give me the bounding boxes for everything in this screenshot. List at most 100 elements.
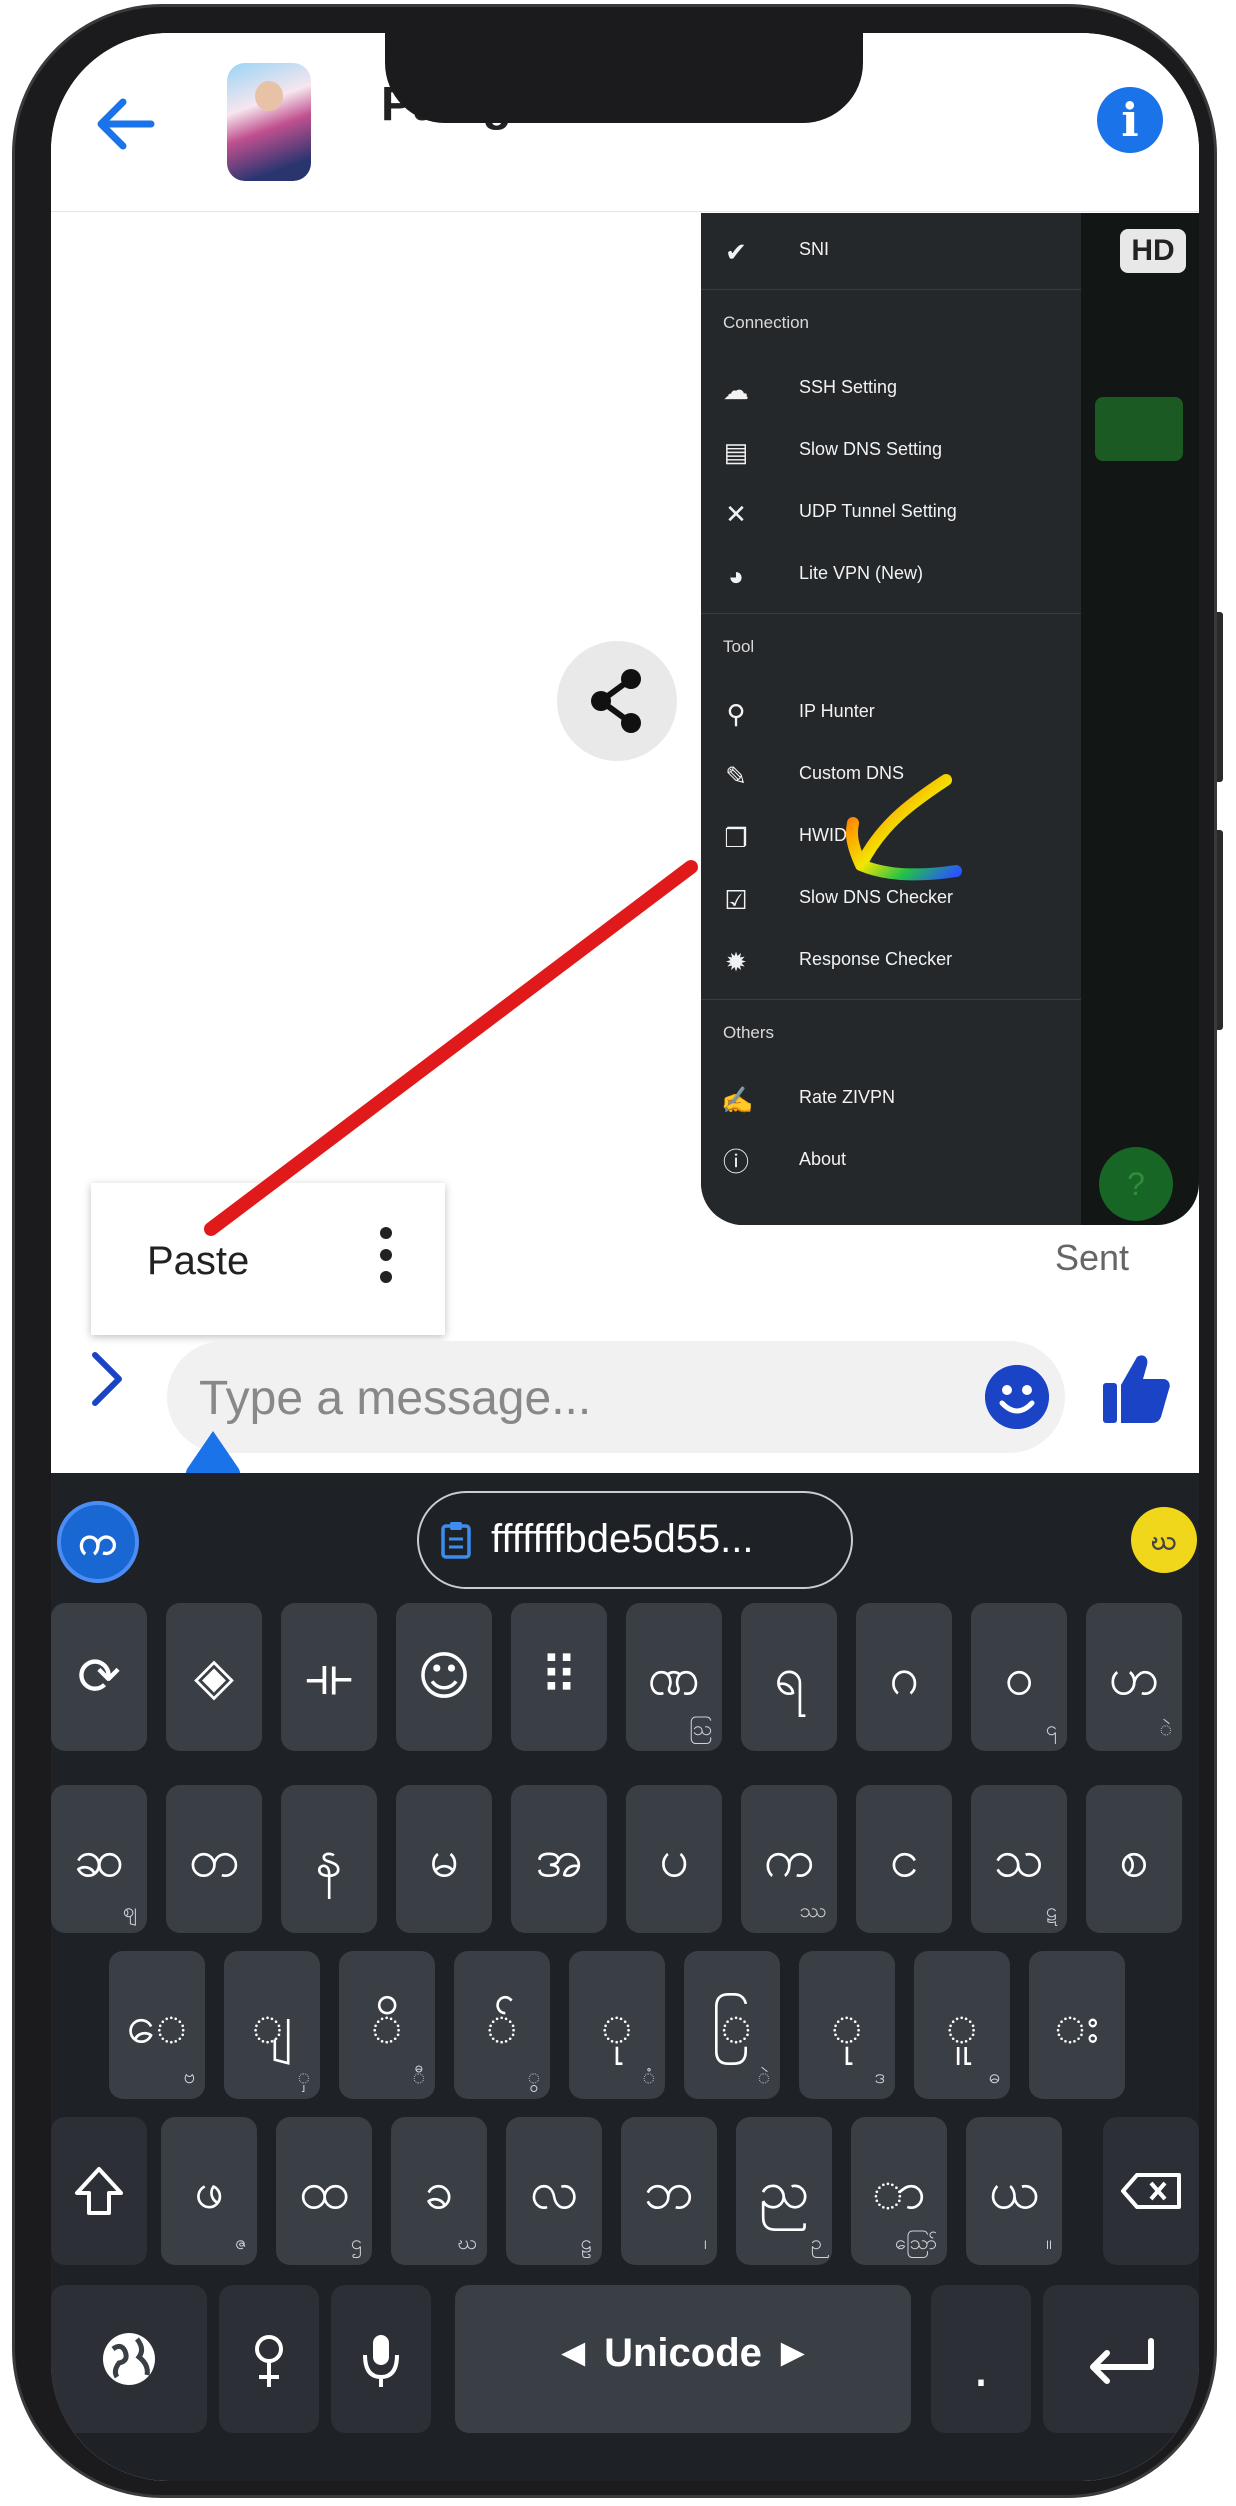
key-row3-6[interactable]: ုဒ: [799, 1951, 895, 2099]
menu-item-udp-tunnel-setting[interactable]: ✕ UDP Tunnel Setting: [701, 483, 1081, 543]
key-label: ဆ: [73, 1829, 125, 1889]
menu-item-response-checker[interactable]: ✹ Response Checker: [701, 931, 1081, 991]
backspace-icon: [1121, 2173, 1181, 2209]
key-label: ျ: [251, 1995, 293, 2055]
key-row2-6[interactable]: ကဿ: [741, 1785, 837, 1933]
globe-icon: [103, 2333, 155, 2385]
key-row3-1[interactable]: ျှ: [224, 1951, 320, 2099]
menu-item-rate-zivpn[interactable]: ✍ Rate ZIVPN: [701, 1069, 1081, 1129]
menu-item-label: About: [799, 1149, 847, 1169]
key-row2-9[interactable]: စ: [1086, 1785, 1182, 1933]
section-title: Connection: [723, 313, 810, 332]
divider: [701, 999, 1081, 1000]
key-label: ထ: [298, 2161, 350, 2221]
key-row4-1[interactable]: ထဌ: [276, 2117, 372, 2265]
menu-item-custom-dns[interactable]: ✎ Custom DNS: [701, 745, 1081, 805]
key-sublabel: ဩ: [689, 1718, 712, 1740]
menu-item-slow-dns-setting[interactable]: ▤ Slow DNS Setting: [701, 421, 1081, 481]
menu-item-slow-dns-checker[interactable]: ☑ Slow DNS Checker: [701, 869, 1081, 929]
key-row3-4[interactable]: ုံ: [569, 1951, 665, 2099]
key-label: ဝ: [1004, 1647, 1034, 1707]
key-label: ☺: [416, 1647, 472, 1707]
key-row3-0[interactable]: ေဗ: [109, 1951, 205, 2099]
key-row4-4[interactable]: ဘ၊: [621, 2117, 717, 2265]
key-row1-9[interactable]: ဟဲ: [1086, 1603, 1182, 1751]
menu-item-sni[interactable]: ✔ SNI: [701, 221, 1081, 281]
key-row1-6[interactable]: ရ: [741, 1603, 837, 1751]
shift-key[interactable]: [51, 2117, 147, 2265]
mic-key[interactable]: [331, 2285, 431, 2433]
key-row3-7[interactable]: ူဓ: [914, 1951, 1010, 2099]
key-label: အ: [535, 1829, 583, 1889]
menu-item-ssh-setting[interactable]: ☁ SSH Setting: [701, 359, 1081, 419]
message-input-box[interactable]: [167, 1341, 1065, 1453]
share-button[interactable]: [557, 641, 677, 761]
menu-item-lite-vpn[interactable]: ◕ Lite VPN (New): [701, 545, 1081, 605]
bug-icon: ✹: [725, 947, 747, 977]
key-row1-2[interactable]: ⟛: [281, 1603, 377, 1751]
thumbs-up-icon[interactable]: [1101, 1351, 1171, 1425]
keyboard-badge[interactable]: ဃ: [1131, 1507, 1197, 1573]
key-label: က: [763, 1829, 815, 1889]
clipboard-suggestion[interactable]: fffffffbde5d55...: [417, 1491, 853, 1589]
key-row1-7[interactable]: ဂ: [856, 1603, 952, 1751]
paste-popup: Paste: [91, 1183, 445, 1335]
key-row3-3[interactable]: ်ွ: [454, 1951, 550, 2099]
key-row1-3[interactable]: ☺: [396, 1603, 492, 1751]
info-icon[interactable]: i: [1097, 87, 1163, 153]
gender-key[interactable]: [219, 2285, 319, 2433]
key-row2-2[interactable]: န: [281, 1785, 377, 1933]
period-key[interactable]: .: [931, 2285, 1031, 2433]
globe-key[interactable]: [51, 2285, 207, 2433]
more-vert-icon[interactable]: [379, 1225, 393, 1285]
key-row4-6[interactable]: ာဪ: [851, 2117, 947, 2265]
key-sublabel: ဲ: [757, 2066, 770, 2088]
key-row4-2[interactable]: ခဃ: [391, 2117, 487, 2265]
key-row4-5[interactable]: ညဉ: [736, 2117, 832, 2265]
key-row4-0[interactable]: ဖဇ: [161, 2117, 257, 2265]
menu-item-about[interactable]: ⓘ About: [701, 1131, 1081, 1191]
key-row1-5[interactable]: ဏဩ: [626, 1603, 722, 1751]
key-label: ာ: [872, 2161, 926, 2221]
help-fab: ?: [1099, 1147, 1173, 1221]
key-label: သ: [993, 1829, 1045, 1889]
menu-item-hwid[interactable]: ❐ HWID: [701, 807, 1081, 867]
arrow-left-icon[interactable]: [91, 89, 161, 159]
hd-badge: HD: [1120, 229, 1186, 273]
key-sublabel: ဃ: [457, 2232, 477, 2254]
space-key[interactable]: ◄ Unicode ►: [455, 2285, 911, 2433]
key-row3-2[interactable]: ိီ: [339, 1951, 435, 2099]
key-row1-1[interactable]: ◈: [166, 1603, 262, 1751]
enter-key[interactable]: [1043, 2285, 1199, 2433]
key-row2-7[interactable]: င: [856, 1785, 952, 1933]
divider: [701, 289, 1081, 290]
menu-item-ip-hunter[interactable]: ⚲ IP Hunter: [701, 683, 1081, 743]
key-label: ြ: [711, 1995, 753, 2055]
shift-icon: [75, 2167, 123, 2215]
chevron-right-icon[interactable]: [87, 1349, 127, 1409]
key-sublabel: ။: [1045, 2232, 1052, 2254]
key-row2-4[interactable]: အ: [511, 1785, 607, 1933]
key-row2-8[interactable]: သဋ: [971, 1785, 1067, 1933]
key-label: ဏ: [647, 1647, 701, 1707]
keyboard-logo-button[interactable]: က: [57, 1501, 139, 1583]
gender-icon: [255, 2335, 283, 2387]
key-row4-3[interactable]: လဠ: [506, 2117, 602, 2265]
menu-item-label: HWID: [799, 825, 847, 845]
key-row2-5[interactable]: ပ: [626, 1785, 722, 1933]
key-row1-0[interactable]: ⟳: [51, 1603, 147, 1751]
emoji-icon[interactable]: [985, 1365, 1049, 1429]
key-row4-7[interactable]: ယ။: [966, 2117, 1062, 2265]
key-row1-4[interactable]: ⠿: [511, 1603, 607, 1751]
key-row2-0[interactable]: ဆဈ: [51, 1785, 147, 1933]
key-row2-1[interactable]: တ: [166, 1785, 262, 1933]
key-row3-5[interactable]: ြဲ: [684, 1951, 780, 2099]
message-input[interactable]: [197, 1365, 941, 1431]
vpn-menu-screenshot[interactable]: HD ? ✔ SNI Connection ☁ SSH Setting ▤ Sl…: [701, 213, 1199, 1225]
backspace-key[interactable]: [1103, 2117, 1199, 2265]
paste-button[interactable]: Paste: [147, 1239, 249, 1284]
key-row3-8[interactable]: း: [1029, 1951, 1125, 2099]
key-row2-3[interactable]: မ: [396, 1785, 492, 1933]
avatar[interactable]: [227, 63, 311, 181]
key-row1-8[interactable]: ဝ၎: [971, 1603, 1067, 1751]
